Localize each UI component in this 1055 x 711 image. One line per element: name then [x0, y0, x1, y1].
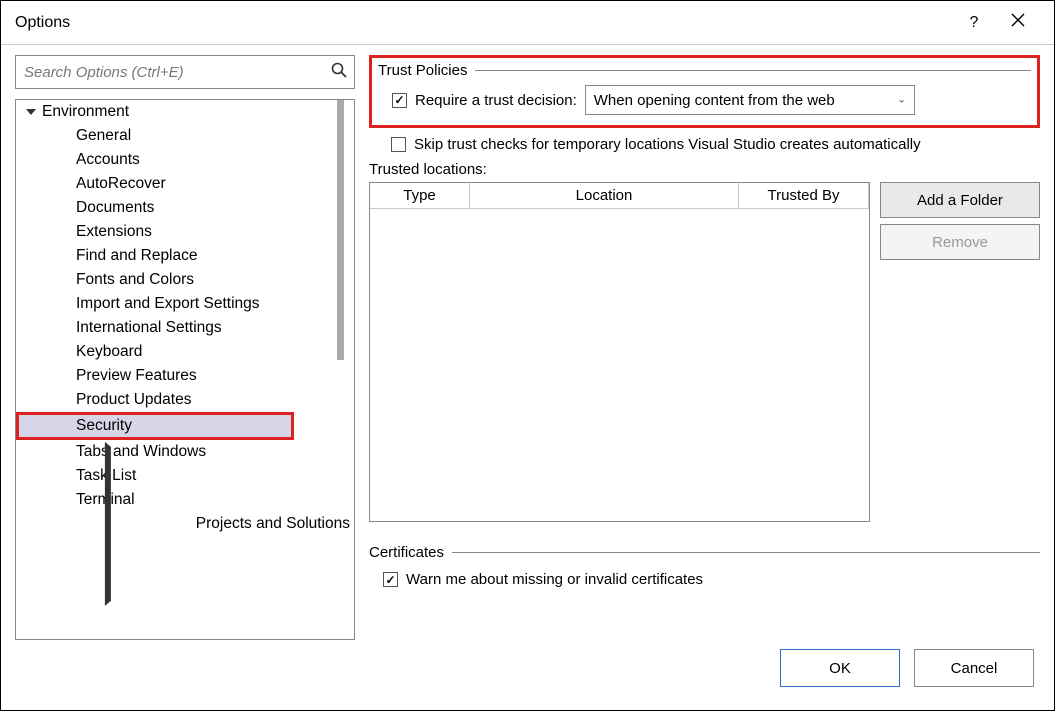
dropdown-value: When opening content from the web: [594, 92, 835, 109]
tree-item-extensions[interactable]: Extensions: [16, 220, 354, 244]
tree-cat-label: Environment: [42, 103, 129, 121]
trusted-locations-table[interactable]: Type Location Trusted By: [369, 182, 870, 522]
trust-scope-dropdown[interactable]: When opening content from the web ⌄: [585, 85, 915, 115]
window-title: Options: [15, 14, 952, 32]
chevron-down-icon: ⌄: [897, 95, 905, 106]
search-input[interactable]: [15, 55, 355, 89]
dialog-footer: OK Cancel: [1, 640, 1054, 710]
tree-item-import-export[interactable]: Import and Export Settings: [16, 292, 354, 316]
col-type[interactable]: Type: [370, 183, 470, 208]
titlebar: Options ?: [1, 1, 1054, 45]
chevron-down-icon: [26, 109, 36, 115]
tree-cat-environment[interactable]: Environment: [16, 100, 354, 124]
require-trust-checkbox[interactable]: [392, 93, 407, 108]
trust-policies-header: Trust Policies: [378, 62, 1031, 79]
add-folder-button[interactable]: Add a Folder: [880, 182, 1040, 218]
help-button[interactable]: ?: [952, 14, 996, 32]
close-icon: [1011, 13, 1025, 27]
chevron-right-icon: [105, 442, 111, 606]
tree-item-product-updates[interactable]: Product Updates: [16, 388, 354, 412]
tree-item-intl-settings[interactable]: International Settings: [16, 316, 354, 340]
trusted-locations-label: Trusted locations:: [369, 161, 1040, 178]
warn-cert-checkbox[interactable]: [383, 572, 398, 587]
col-trusted-by[interactable]: Trusted By: [739, 183, 869, 208]
group-label: Trust Policies: [378, 62, 467, 79]
ok-button[interactable]: OK: [780, 649, 900, 687]
search-options: [15, 55, 355, 89]
options-tree[interactable]: Environment General Accounts AutoRecover…: [15, 99, 355, 640]
tree-item-terminal[interactable]: Terminal: [16, 488, 354, 512]
trust-policies-highlight: Trust Policies Require a trust decision:…: [369, 55, 1040, 128]
tree-item-fonts-colors[interactable]: Fonts and Colors: [16, 268, 354, 292]
cancel-button[interactable]: Cancel: [914, 649, 1034, 687]
table-header: Type Location Trusted By: [370, 183, 869, 209]
tree-item-keyboard[interactable]: Keyboard: [16, 340, 354, 364]
close-button[interactable]: [996, 13, 1040, 32]
tree-scrollbar[interactable]: [337, 100, 344, 360]
tree-item-preview-features[interactable]: Preview Features: [16, 364, 354, 388]
tree-cat-projects[interactable]: Projects and Solutions: [16, 512, 354, 536]
require-trust-label: Require a trust decision:: [415, 92, 577, 109]
col-location[interactable]: Location: [470, 183, 739, 208]
tree-item-security[interactable]: Security: [16, 412, 294, 440]
skip-trust-label: Skip trust checks for temporary location…: [414, 136, 921, 153]
skip-trust-checkbox[interactable]: [391, 137, 406, 152]
search-icon[interactable]: [331, 62, 347, 82]
tree-item-task-list[interactable]: Task List: [16, 464, 354, 488]
certificates-header: Certificates: [369, 544, 1040, 561]
tree-item-tabs-windows[interactable]: Tabs and Windows: [16, 440, 354, 464]
tree-item-accounts[interactable]: Accounts: [16, 148, 354, 172]
group-label: Certificates: [369, 544, 444, 561]
tree-item-general[interactable]: General: [16, 124, 354, 148]
remove-button[interactable]: Remove: [880, 224, 1040, 260]
tree-cat-label: Projects and Solutions: [196, 515, 350, 533]
tree-item-autorecover[interactable]: AutoRecover: [16, 172, 354, 196]
options-dialog: Options ? Environment General: [0, 0, 1055, 711]
divider: [475, 70, 1031, 71]
tree-item-documents[interactable]: Documents: [16, 196, 354, 220]
warn-cert-label: Warn me about missing or invalid certifi…: [406, 571, 703, 588]
divider: [452, 552, 1040, 553]
tree-item-find-replace[interactable]: Find and Replace: [16, 244, 354, 268]
